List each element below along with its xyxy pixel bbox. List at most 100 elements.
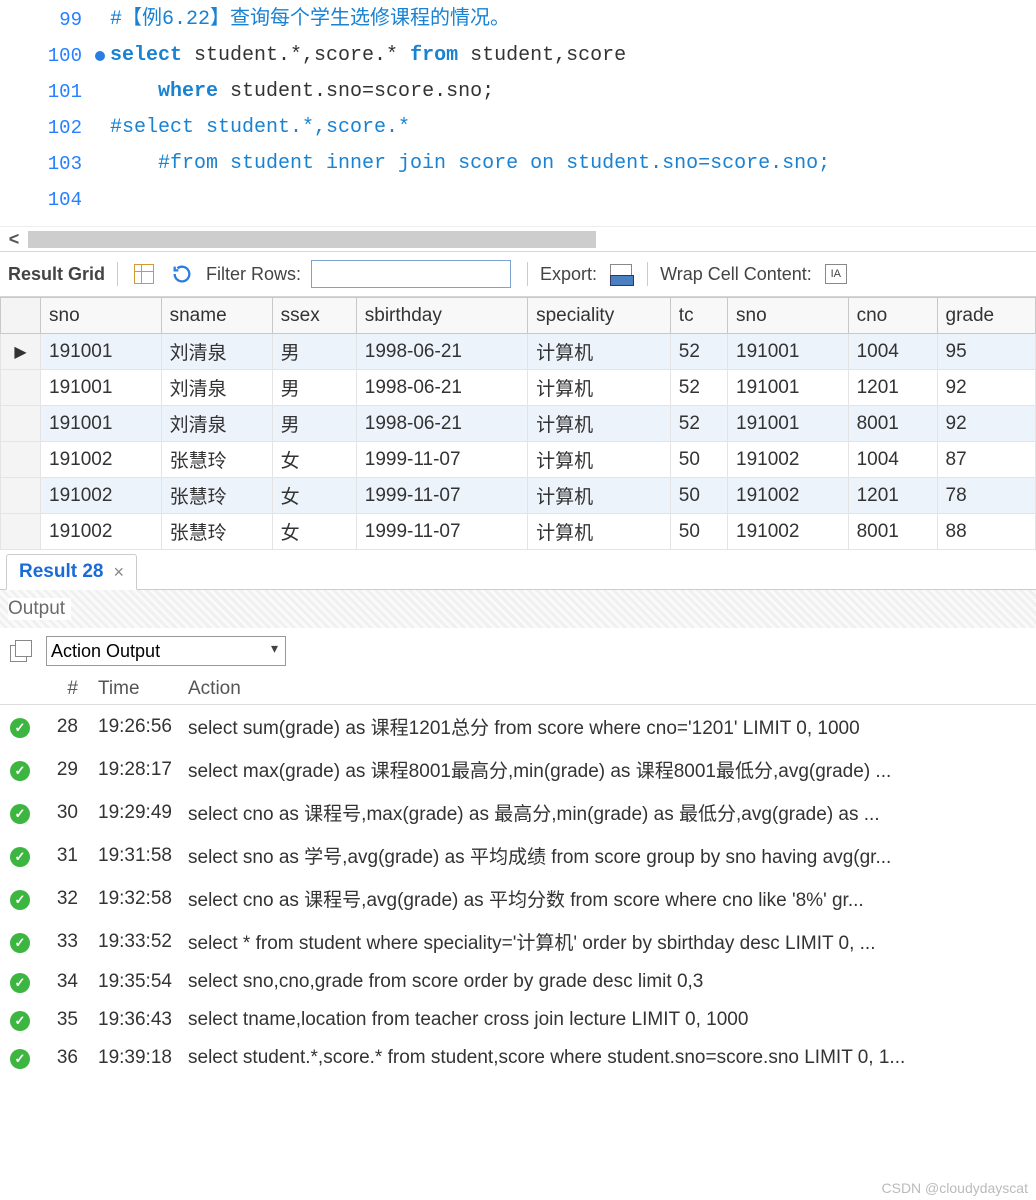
cell[interactable]: 计算机 [528,406,671,442]
cell[interactable]: 191002 [41,442,162,478]
output-row[interactable]: ✓3219:32:58select cno as 课程号,avg(grade) … [0,877,1036,920]
code-line[interactable]: 101 where student.sno=score.sno; [0,74,1036,110]
cell[interactable]: 1201 [848,478,937,514]
cell[interactable]: 52 [670,406,727,442]
cell[interactable]: 50 [670,478,727,514]
cell[interactable]: 1998-06-21 [356,406,527,442]
cell[interactable]: 191001 [41,406,162,442]
cell[interactable]: 8001 [848,406,937,442]
grid-icon[interactable] [130,260,158,288]
cell[interactable]: 1004 [848,334,937,370]
cell[interactable]: 刘清泉 [161,370,272,406]
code-content[interactable]: select student.*,score.* from student,sc… [110,38,1036,74]
cell[interactable]: 女 [272,514,356,550]
cell[interactable]: 张慧玲 [161,478,272,514]
cell[interactable]: 计算机 [528,370,671,406]
scroll-track[interactable] [28,231,596,248]
cell[interactable]: 191002 [41,514,162,550]
cell[interactable]: 刘清泉 [161,406,272,442]
cell[interactable]: 8001 [848,514,937,550]
output-row[interactable]: ✓3519:36:43select tname,location from te… [0,1001,1036,1039]
cell[interactable]: 50 [670,514,727,550]
breakpoint-icon[interactable] [90,51,110,61]
cell[interactable]: 191001 [728,334,849,370]
scroll-thumb[interactable] [28,231,596,248]
code-content[interactable]: #from student inner join score on studen… [110,146,1036,182]
code-line[interactable]: 103 #from student inner join score on st… [0,146,1036,182]
cell[interactable]: 男 [272,334,356,370]
code-content[interactable]: #【例6.22】查询每个学生选修课程的情况。 [110,2,1036,38]
cell[interactable]: 女 [272,442,356,478]
cell[interactable]: 191002 [41,478,162,514]
cell[interactable]: 191001 [728,370,849,406]
cell[interactable]: 1998-06-21 [356,370,527,406]
cell[interactable]: 92 [937,370,1035,406]
editor-hscrollbar[interactable]: < [0,226,1036,251]
output-row[interactable]: ✓3619:39:18select student.*,score.* from… [0,1039,1036,1077]
cell[interactable]: 1999-11-07 [356,478,527,514]
column-header[interactable]: sbirthday [356,298,527,334]
output-row[interactable]: ✓2819:26:56select sum(grade) as 课程1201总分… [0,705,1036,749]
cell[interactable]: 张慧玲 [161,442,272,478]
table-row[interactable]: 191001刘清泉男1998-06-21计算机52191001800192 [1,406,1036,442]
table-row[interactable]: 191002张慧玲女1999-11-07计算机50191002800188 [1,514,1036,550]
cell[interactable]: 刘清泉 [161,334,272,370]
cell[interactable]: 1999-11-07 [356,442,527,478]
cell[interactable]: 52 [670,370,727,406]
output-row[interactable]: ✓2919:28:17select max(grade) as 课程8001最高… [0,748,1036,791]
column-header[interactable]: speciality [528,298,671,334]
output-row[interactable]: ✓3019:29:49select cno as 课程号,max(grade) … [0,791,1036,834]
column-header[interactable]: sname [161,298,272,334]
column-header[interactable]: grade [937,298,1035,334]
cell[interactable]: 92 [937,406,1035,442]
cell[interactable]: 女 [272,478,356,514]
sql-editor[interactable]: 99#【例6.22】查询每个学生选修课程的情况。100select studen… [0,0,1036,226]
code-line[interactable]: 100select student.*,score.* from student… [0,38,1036,74]
refresh-icon[interactable] [168,260,196,288]
table-row[interactable]: 191002张慧玲女1999-11-07计算机50191002120178 [1,478,1036,514]
result-table[interactable]: snosnamessexsbirthdayspecialitytcsnocnog… [0,297,1036,550]
wrap-icon[interactable]: IA [822,260,850,288]
output-row[interactable]: ✓3319:33:52select * from student where s… [0,920,1036,963]
result-tab[interactable]: Result 28 × [6,554,137,590]
code-line[interactable]: 102#select student.*,score.* [0,110,1036,146]
code-line[interactable]: 104 [0,182,1036,218]
cell[interactable]: 191001 [41,370,162,406]
column-header[interactable]: tc [670,298,727,334]
cell[interactable]: 88 [937,514,1035,550]
cell[interactable]: 95 [937,334,1035,370]
output-log-table[interactable]: #TimeAction✓2819:26:56select sum(grade) … [0,674,1036,1077]
filter-input[interactable] [311,260,511,288]
cell[interactable]: 78 [937,478,1035,514]
output-type-select[interactable]: Action Output [46,636,286,666]
cell[interactable]: 计算机 [528,514,671,550]
column-header[interactable]: ssex [272,298,356,334]
cell[interactable]: 50 [670,442,727,478]
table-row[interactable]: ▶191001刘清泉男1998-06-21计算机52191001100495 [1,334,1036,370]
cell[interactable]: 计算机 [528,334,671,370]
cell[interactable]: 191002 [728,514,849,550]
cell[interactable]: 1201 [848,370,937,406]
cell[interactable]: 191001 [41,334,162,370]
cell[interactable]: 87 [937,442,1035,478]
table-row[interactable]: 191002张慧玲女1999-11-07计算机50191002100487 [1,442,1036,478]
cell[interactable]: 191002 [728,442,849,478]
output-row[interactable]: ✓3119:31:58select sno as 学号,avg(grade) a… [0,834,1036,877]
cell[interactable]: 52 [670,334,727,370]
code-line[interactable]: 99#【例6.22】查询每个学生选修课程的情况。 [0,2,1036,38]
output-stack-icon[interactable] [10,640,32,662]
cell[interactable]: 1998-06-21 [356,334,527,370]
output-select[interactable]: Action Output [46,636,286,666]
cell[interactable]: 计算机 [528,442,671,478]
cell[interactable]: 191002 [728,478,849,514]
table-row[interactable]: 191001刘清泉男1998-06-21计算机52191001120192 [1,370,1036,406]
column-header[interactable]: sno [728,298,849,334]
column-header[interactable]: cno [848,298,937,334]
export-icon[interactable] [607,260,635,288]
scroll-left-icon[interactable]: < [0,229,28,250]
column-header[interactable]: sno [41,298,162,334]
cell[interactable]: 张慧玲 [161,514,272,550]
cell[interactable]: 1004 [848,442,937,478]
cell[interactable]: 191001 [728,406,849,442]
cell[interactable]: 1999-11-07 [356,514,527,550]
